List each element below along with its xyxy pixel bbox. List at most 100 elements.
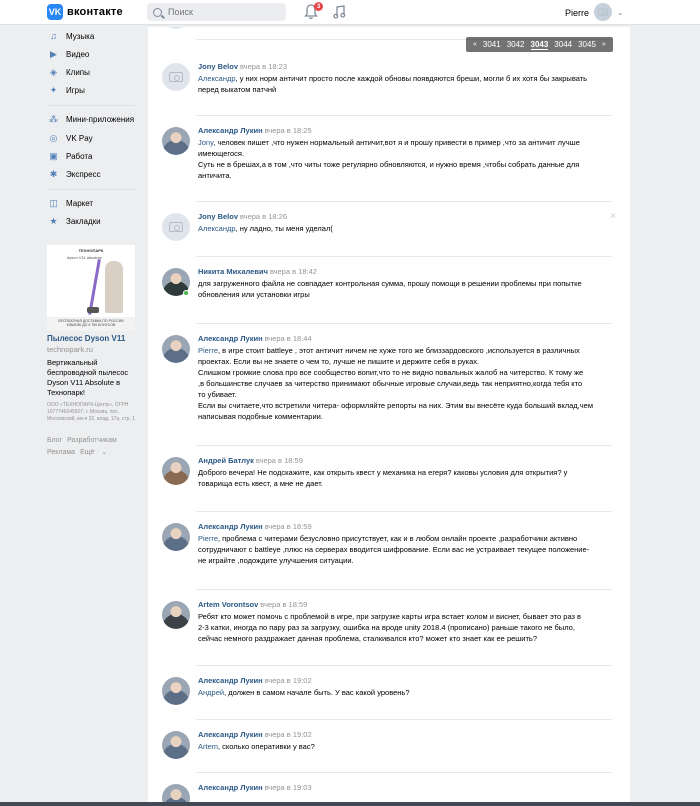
search-input[interactable] [168, 7, 278, 17]
footer-link-ads[interactable]: Реклама [47, 449, 75, 456]
pager-page[interactable]: 3045 [578, 40, 596, 49]
music-player-button[interactable] [333, 5, 346, 19]
ad-domain[interactable]: technopark.ru [47, 345, 142, 354]
comment-author[interactable]: Jony Belov вчера в 18:23 [198, 62, 287, 71]
sidebar-item-video[interactable]: ▶ Видео [47, 45, 142, 63]
mention-link[interactable]: Pierre [198, 534, 218, 543]
sidebar-item-market[interactable]: ◫ Маркет [47, 195, 142, 213]
sidebar-item-express[interactable]: ✱ Экспресс [47, 165, 142, 183]
footer-link-developers[interactable]: Разработчикам [67, 437, 117, 444]
pager-page[interactable]: 3041 [483, 40, 501, 49]
comment-author[interactable]: Artem Vorontsov вчера в 18:59 [198, 600, 307, 609]
close-icon[interactable]: × [610, 211, 616, 222]
mention-link[interactable]: Александр [198, 224, 236, 233]
comment-author[interactable]: Никита Михалевич вчера в 18:42 [198, 267, 317, 276]
games-icon: ✦ [49, 85, 58, 96]
sidebar-item-clips[interactable]: ◈ Клипы [47, 63, 142, 81]
avatar[interactable] [162, 457, 190, 485]
vk-logo[interactable]: VK вконтакте [47, 3, 123, 21]
mention-link[interactable]: Андрей [198, 688, 224, 697]
avatar[interactable] [162, 523, 190, 551]
avatar[interactable] [162, 601, 190, 629]
comment-author[interactable]: Александр Лукин вчера в 18:44 [198, 334, 312, 343]
comment-time[interactable]: вчера в 19:02 [265, 676, 312, 685]
comment-divider [196, 719, 612, 720]
comment-time[interactable]: вчера в 18:25 [265, 126, 312, 135]
sidebar-item-vkpay[interactable]: ◎ VK Pay [47, 129, 142, 147]
avatar[interactable] [162, 127, 190, 155]
avatar[interactable] [162, 27, 190, 29]
pager-next[interactable]: » [602, 41, 606, 48]
comment-time[interactable]: вчера в 18:59 [256, 456, 303, 465]
comment-time[interactable]: вчера в 19:03 [265, 783, 312, 792]
sidebar-item-music[interactable]: ♫ Музыка [47, 27, 142, 45]
ad-description[interactable]: Вертикальный беспроводной пылесос Dyson … [47, 358, 142, 398]
pager-page[interactable]: 3042 [507, 40, 525, 49]
author-name[interactable]: Александр Лукин [198, 334, 263, 343]
comment-time[interactable]: вчера в 18:23 [240, 62, 287, 71]
mention-link[interactable]: Pierre [198, 346, 218, 355]
avatar[interactable] [162, 63, 190, 91]
author-name[interactable]: Jony Belov [198, 212, 238, 221]
sidebar-footer: Блог Разработчикам Реклама Ещё ⌄ [47, 435, 142, 459]
left-sidebar: ♫ Музыка ▶ Видео ◈ Клипы ✦ Игры ⁂ Мини-прилож… [47, 27, 142, 459]
sidebar-item-label: Видео [66, 49, 90, 59]
ad-image[interactable]: ТЕХНОПАРК dyson V11 absolute БЕСПЛАТНАЯ … [47, 244, 135, 331]
user-avatar[interactable] [594, 3, 612, 21]
search-box[interactable] [147, 3, 286, 21]
comment-author[interactable]: Андрей Батлук вчера в 18:59 [198, 456, 303, 465]
comment-divider [196, 323, 612, 324]
comment-text: Pierre, в игре стоит battleye , этот ант… [198, 345, 618, 422]
comment-text: Александр, ну ладно, ты меня уделал( [198, 223, 618, 234]
ad-vacuum-head [87, 306, 99, 313]
notification-badge: 3 [314, 2, 323, 11]
avatar[interactable] [162, 677, 190, 705]
avatar[interactable] [162, 335, 190, 363]
logo-text: вконтакте [67, 6, 123, 18]
author-name[interactable]: Александр Лукин [198, 730, 263, 739]
comment-author[interactable]: Jony Belov вчера в 18:26 [198, 212, 287, 221]
comment-time[interactable]: вчера в 18:44 [265, 334, 312, 343]
comment-time[interactable]: вчера в 19:02 [265, 730, 312, 739]
sidebar-item-mini-apps[interactable]: ⁂ Мини-приложения [47, 111, 142, 129]
express-icon: ✱ [49, 168, 58, 179]
sidebar-item-games[interactable]: ✦ Игры [47, 82, 142, 100]
footer-link-blog[interactable]: Блог [47, 437, 62, 444]
avatar[interactable] [162, 731, 190, 759]
comment-time[interactable]: вчера в 18:59 [265, 522, 312, 531]
author-name[interactable]: Artem Vorontsov [198, 600, 258, 609]
author-name[interactable]: Никита Михалевич [198, 267, 268, 276]
author-name[interactable]: Андрей Батлук [198, 456, 254, 465]
mention-link[interactable]: Jony [198, 138, 213, 147]
user-name[interactable]: Pierre [565, 8, 589, 18]
author-name[interactable]: Александр Лукин [198, 522, 263, 531]
comment-author[interactable]: Александр Лукин вчера в 18:59 [198, 522, 312, 531]
video-icon: ▶ [50, 48, 57, 59]
author-name[interactable]: Александр Лукин [198, 126, 263, 135]
comment-text: Андрей, должен в самом начале быть. У ва… [198, 687, 618, 698]
pager-prev[interactable]: « [473, 41, 477, 48]
mention-link[interactable]: Александр [198, 74, 236, 83]
comment-author[interactable]: Александр Лукин вчера в 19:03 [198, 783, 312, 792]
comment-author[interactable]: Александр Лукин вчера в 19:02 [198, 676, 312, 685]
pager-page[interactable]: 3044 [554, 40, 572, 49]
comment-body: , ну ладно, ты меня уделал( [235, 224, 333, 233]
comment-time[interactable]: вчера в 18:42 [270, 267, 317, 276]
comment-time[interactable]: вчера в 18:59 [260, 600, 307, 609]
footer-link-more[interactable]: Ещё ⌄ [80, 449, 112, 456]
comment-body: , у них норм античит просто после каждой… [198, 74, 588, 94]
notifications-button[interactable]: 3 [304, 2, 323, 20]
comment-time[interactable]: вчера в 18:26 [240, 212, 287, 221]
comment-author[interactable]: Александр Лукин вчера в 18:25 [198, 126, 312, 135]
sidebar-item-bookmarks[interactable]: ★ Закладки [47, 213, 142, 231]
mention-link[interactable]: Artem [198, 742, 218, 751]
ad-title[interactable]: Пылесос Dyson V11 [47, 334, 142, 343]
bookmarks-icon: ★ [49, 216, 58, 227]
avatar[interactable] [162, 213, 190, 241]
sidebar-item-work[interactable]: ▣ Работа [47, 147, 142, 165]
chevron-down-icon[interactable]: ⌄ [617, 8, 624, 17]
comment-author[interactable]: Александр Лукин вчера в 19:02 [198, 730, 312, 739]
author-name[interactable]: Александр Лукин [198, 783, 263, 792]
author-name[interactable]: Jony Belov [198, 62, 238, 71]
author-name[interactable]: Александр Лукин [198, 676, 263, 685]
